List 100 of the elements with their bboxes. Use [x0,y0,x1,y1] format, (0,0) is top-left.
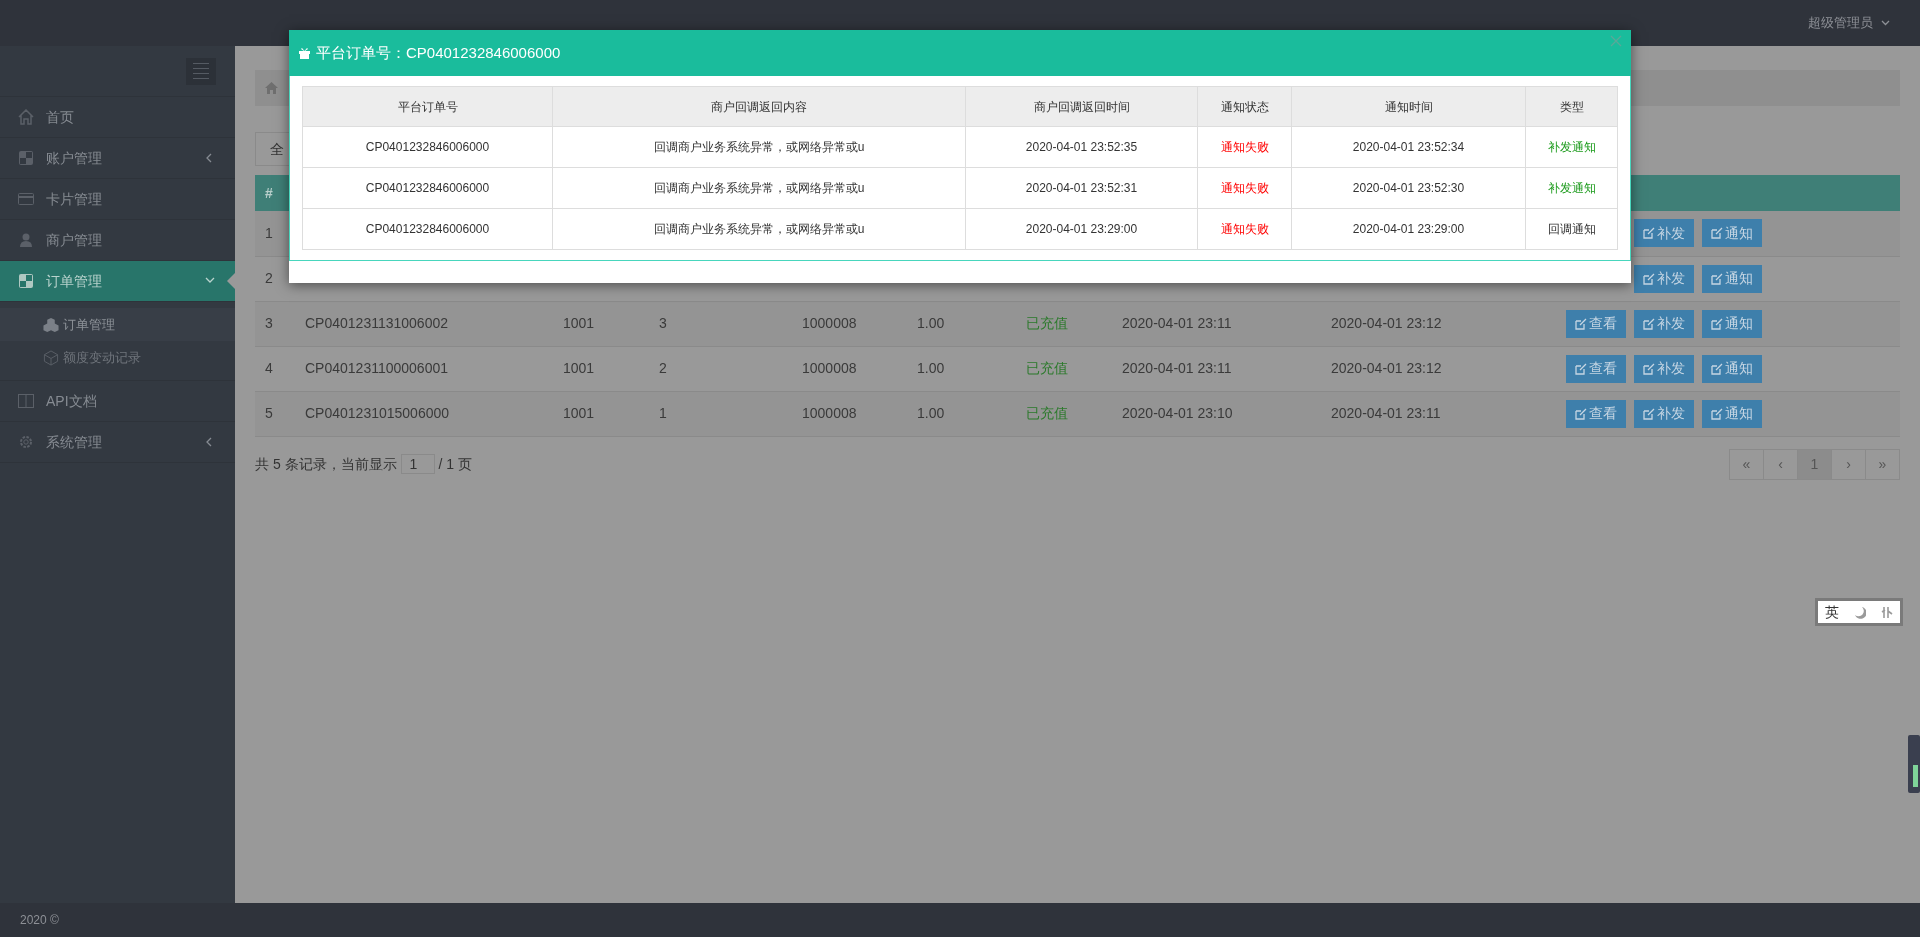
column-header: 通知状态 [1197,86,1292,127]
action-button[interactable]: 查看 [1566,399,1626,428]
card-icon [18,191,34,207]
table-cell: CP0401231015006000 [305,405,450,421]
type-text: 补发通知 [1547,181,1596,195]
edit-icon [1643,362,1655,375]
action-button[interactable]: 补发 [1634,399,1694,428]
edit-icon [1711,272,1723,285]
table-cell: 1 [265,224,273,241]
column-header: 通知时间 [1291,86,1526,127]
sidebar-item[interactable]: 系统管理 [0,422,235,463]
user-menu[interactable]: 超级管理员 [1808,13,1890,33]
status-text: 已充值 [1025,405,1068,421]
page-button[interactable]: ‹ [1763,448,1798,480]
edit-icon [1643,407,1655,420]
edit-icon [1643,272,1655,285]
table-cell: 2 [659,360,667,376]
table-cell: 3 [265,315,273,331]
cubes-icon [43,316,59,333]
meter-icon [1908,735,1920,793]
action-button[interactable]: 通知 [1702,309,1762,338]
table-cell: 1000008 [802,360,857,376]
table-cell: 1000008 [802,315,857,331]
table-cell: 回调商户业务系统异常，或网络异常或u [653,222,865,236]
table-cell: CP0401232846006000 [365,181,490,195]
table-cell: 2020-04-01 23:29:00 [1025,222,1138,236]
table-cell: 2 [265,270,273,286]
column-header: 平台订单号 [302,86,553,127]
table-cell: 1000008 [802,405,857,421]
page-button[interactable]: › [1831,448,1866,480]
sidebar-item[interactable]: 订单管理 [0,261,235,302]
edit-icon [1711,317,1723,330]
page-input[interactable]: 1 [400,454,435,474]
table-cell: 1001 [563,315,595,331]
edit-icon [1643,317,1655,330]
table-cell: 3 [659,315,667,331]
action-button[interactable]: 查看 [1566,354,1626,383]
cube-icon [43,349,59,366]
edit-icon [1575,317,1587,330]
table-cell: 2020-04-01 23:12 [1331,315,1442,331]
submenu-item[interactable]: 订单管理 [0,308,235,341]
status-text: 已充值 [1025,360,1068,376]
table-cell: 2020-04-01 23:12 [1331,360,1442,376]
action-button[interactable]: 补发 [1634,219,1694,248]
status-text: 通知失败 [1220,140,1269,154]
action-button[interactable]: 通知 [1702,354,1762,383]
record-summary: 共 5 条记录，当前显示 [255,454,397,474]
gift-icon [299,47,310,59]
page-button[interactable]: » [1865,448,1900,480]
pointer-triangle [227,273,235,289]
table-cell: 1.00 [917,315,945,331]
table-cell: 1.00 [917,360,945,376]
action-button[interactable]: 查看 [1566,309,1626,338]
table-cell: 2020-04-01 23:11 [1122,360,1232,376]
type-text: 回调通知 [1547,222,1596,236]
copyright-text: 2020 © [20,912,59,929]
page-button[interactable]: « [1729,448,1764,480]
status-text: 通知失败 [1220,222,1269,236]
type-text: 补发通知 [1547,140,1596,154]
table-cell: 1001 [563,405,595,421]
user-icon [18,232,34,248]
sidebar-item[interactable]: 账户管理 [0,138,235,179]
table-cell: CP0401231100006001 [305,360,448,376]
sidebar-item[interactable]: 首页 [0,97,235,138]
table-cell: 2020-04-01 23:52:30 [1352,181,1465,195]
table-cell: 4 [265,360,273,376]
table-cell: 2020-04-01 23:52:31 [1025,181,1138,195]
input-mode-text[interactable]: 英 [1825,601,1840,623]
caret-icon [1881,20,1890,26]
action-button[interactable]: 通知 [1702,399,1762,428]
book-icon [18,393,34,409]
table-cell: 2020-04-01 23:29:00 [1352,222,1465,236]
column-header: 类型 [1525,86,1618,127]
sidebar-item[interactable]: API文档 [0,381,235,422]
edit-icon [1575,407,1587,420]
edit-icon [1711,362,1723,375]
edit-icon [1711,407,1723,420]
edit-icon [1711,227,1723,240]
moon-icon[interactable] [1854,605,1866,619]
punctuation-icon[interactable] [1880,605,1893,619]
table-cell: CP0401232846006000 [365,140,490,154]
edit-icon [1643,227,1655,240]
squares-icon [18,273,34,289]
gear-icon [18,434,34,450]
table-cell: 2020-04-01 23:52:35 [1025,140,1138,154]
squares-icon [18,150,34,166]
table-cell: 1.00 [917,405,945,421]
table-cell: 2020-04-01 23:11 [1122,315,1232,331]
action-button[interactable]: 补发 [1634,354,1694,383]
table-cell: 5 [265,405,273,421]
action-button[interactable]: 补发 [1634,309,1694,338]
table-cell: 1001 [563,360,595,376]
action-button[interactable]: 补发 [1634,264,1694,293]
menu-icon[interactable] [186,57,216,85]
table-cell: 1 [659,405,667,421]
sidebar-item[interactable]: 卡片管理 [0,179,235,220]
action-button[interactable]: 通知 [1702,264,1762,293]
table-cell: CP0401231131006002 [305,315,448,331]
column-header: # [255,175,295,211]
action-button[interactable]: 通知 [1702,219,1762,248]
